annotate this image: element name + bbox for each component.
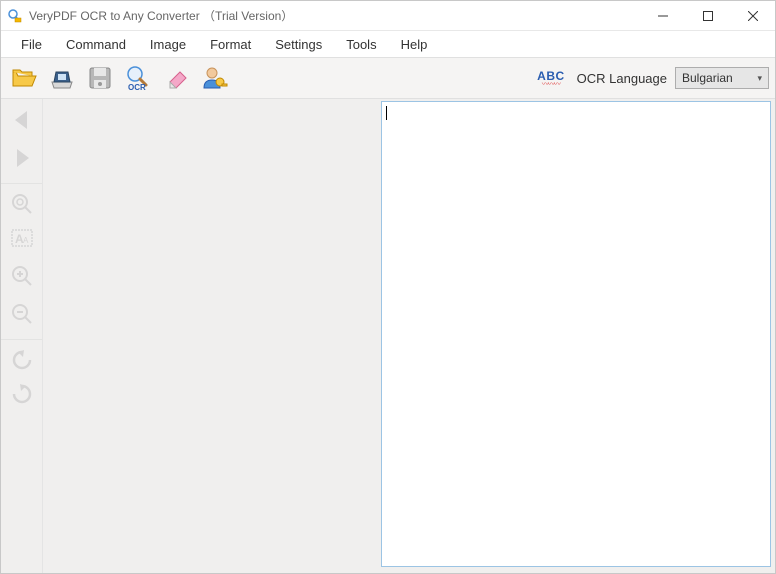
- open-button[interactable]: [7, 61, 41, 95]
- nav-back-button[interactable]: [5, 103, 39, 137]
- rotate-right-button[interactable]: [5, 377, 39, 411]
- zoom-fit-button[interactable]: [1, 183, 42, 217]
- rotate-left-button[interactable]: [1, 339, 42, 373]
- nav-forward-button[interactable]: [5, 141, 39, 175]
- zoom-in-button[interactable]: [5, 259, 39, 293]
- menu-settings[interactable]: Settings: [263, 33, 334, 56]
- titlebar: VeryPDF OCR to Any Converter （Trial Vers…: [1, 1, 775, 31]
- left-toolbar: AA: [1, 99, 43, 573]
- svg-text:A: A: [23, 236, 29, 245]
- lang-select[interactable]: Bulgarian ▾: [675, 67, 769, 89]
- menu-tools[interactable]: Tools: [334, 33, 388, 56]
- menu-file[interactable]: File: [9, 33, 54, 56]
- close-button[interactable]: [730, 1, 775, 30]
- image-preview-pane: [43, 99, 379, 573]
- text-cursor: [386, 106, 387, 120]
- content-area: AA: [1, 99, 775, 573]
- spellcheck-button[interactable]: ABC 〰〰〰: [537, 69, 565, 87]
- menu-image[interactable]: Image: [138, 33, 198, 56]
- chevron-down-icon: ▾: [757, 73, 762, 84]
- menu-help[interactable]: Help: [389, 33, 440, 56]
- menubar: File Command Image Format Settings Tools…: [1, 31, 775, 57]
- app-icon: [7, 8, 23, 24]
- toolbar: OCR ABC 〰〰〰 OCR Language Bulgarian ▾: [1, 57, 775, 99]
- zoom-out-button[interactable]: [5, 297, 39, 331]
- window-title: VeryPDF OCR to Any Converter （Trial Vers…: [29, 7, 640, 24]
- lang-label: OCR Language: [577, 71, 667, 86]
- minimize-button[interactable]: [640, 1, 685, 30]
- lang-value: Bulgarian: [682, 71, 733, 85]
- ocr-button[interactable]: OCR: [121, 61, 155, 95]
- scan-button[interactable]: [45, 61, 79, 95]
- window-controls: [640, 1, 775, 30]
- svg-text:OCR: OCR: [128, 83, 146, 92]
- ocr-text-pane[interactable]: [381, 101, 771, 567]
- user-button[interactable]: [197, 61, 231, 95]
- maximize-button[interactable]: [685, 1, 730, 30]
- menu-format[interactable]: Format: [198, 33, 263, 56]
- menu-command[interactable]: Command: [54, 33, 138, 56]
- text-size-button[interactable]: AA: [5, 221, 39, 255]
- abc-icon-underline: 〰〰〰: [542, 83, 560, 87]
- save-button[interactable]: [83, 61, 117, 95]
- erase-button[interactable]: [159, 61, 193, 95]
